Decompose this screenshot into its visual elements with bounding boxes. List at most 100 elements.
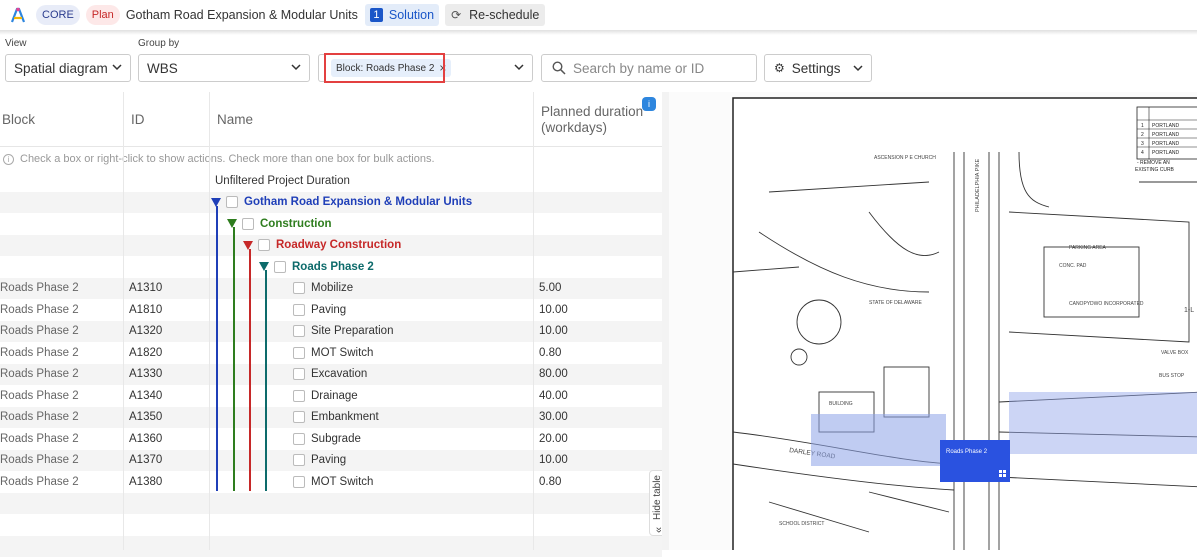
group-label: Roads Phase 2 xyxy=(292,261,374,273)
table-row[interactable]: Roads Phase 2A1810Paving10.00 xyxy=(0,299,662,321)
duration-cell: 5.00 xyxy=(539,278,561,300)
table-row[interactable]: Construction xyxy=(0,213,662,235)
column-header-block[interactable]: Block xyxy=(2,92,35,147)
core-badge[interactable]: CORE xyxy=(36,5,80,25)
table-row[interactable]: Roads Phase 2A1360Subgrade20.00 xyxy=(0,428,662,450)
solution-button[interactable]: 1 Solution xyxy=(365,4,439,26)
app-logo-icon[interactable] xyxy=(9,6,27,24)
view-select[interactable]: Spatial diagram xyxy=(5,54,131,82)
hierarchy-line xyxy=(265,270,267,491)
adjacent-block[interactable] xyxy=(811,414,946,466)
activity-name: MOT Switch xyxy=(311,476,373,488)
groupby-label: Group by xyxy=(138,38,179,49)
row-checkbox[interactable] xyxy=(293,325,305,337)
settings-button[interactable]: ⚙ Settings xyxy=(764,54,872,82)
info-hint: i Check a box or right-click to show act… xyxy=(0,148,662,170)
group-row: Gotham Road Expansion & Modular Units xyxy=(211,192,472,214)
table-row[interactable]: Roads Phase 2A1350Embankment30.00 xyxy=(0,407,662,429)
map-label: PARKING AREA xyxy=(1069,245,1107,251)
block-cell: Roads Phase 2 xyxy=(0,321,79,343)
view-value: Spatial diagram xyxy=(14,61,108,76)
column-divider xyxy=(123,92,124,550)
name-cell: Embankment xyxy=(293,407,379,429)
refresh-icon: ⟳ xyxy=(451,8,461,22)
row-checkbox[interactable] xyxy=(293,282,305,294)
legend-row-label: PORTLAND xyxy=(1152,132,1180,138)
table-row[interactable]: Roads Phase 2A1310Mobilize5.00 xyxy=(0,278,662,300)
duration-cell: 0.80 xyxy=(539,342,561,364)
activity-name: Site Preparation xyxy=(311,325,393,337)
row-checkbox[interactable] xyxy=(293,347,305,359)
street-label: PHILADELPHIA PIKE xyxy=(975,158,981,212)
row-checkbox[interactable] xyxy=(226,196,238,208)
table-row[interactable]: Roads Phase 2A1370Paving10.00 xyxy=(0,450,662,472)
legend-number: 2 xyxy=(1141,132,1144,138)
chevron-down-icon xyxy=(853,63,863,73)
map-label: ASCENSION P E CHURCH xyxy=(874,155,936,161)
groupby-select[interactable]: WBS xyxy=(138,54,310,82)
name-cell: MOT Switch xyxy=(293,342,373,364)
legend-row-label: PORTLAND xyxy=(1152,150,1180,156)
table-row[interactable]: Unfiltered Project Duration xyxy=(0,170,662,192)
map-label: STATE OF DELAWARE xyxy=(869,300,922,306)
hierarchy-line xyxy=(249,249,251,491)
row-checkbox[interactable] xyxy=(293,476,305,488)
duration-header-line2: (workdays) xyxy=(541,120,607,136)
unfiltered-duration-label: Unfiltered Project Duration xyxy=(215,170,350,192)
group-row: Roads Phase 2 xyxy=(259,256,374,278)
table-row[interactable] xyxy=(0,493,662,515)
row-checkbox[interactable] xyxy=(293,454,305,466)
name-cell: Paving xyxy=(293,299,346,321)
column-divider xyxy=(209,92,210,550)
activity-name: Paving xyxy=(311,304,346,316)
collapse-triangle-icon[interactable] xyxy=(259,262,269,271)
collapse-triangle-icon[interactable] xyxy=(227,219,237,228)
solution-label: Solution xyxy=(389,8,434,22)
table-row[interactable]: Roads Phase 2A1330Excavation80.00 xyxy=(0,364,662,386)
id-cell: A1810 xyxy=(129,299,162,321)
table-row[interactable] xyxy=(0,514,662,536)
chevron-down-icon xyxy=(112,62,122,72)
table-row[interactable]: Roads Phase 2A1820MOT Switch0.80 xyxy=(0,342,662,364)
column-header-name[interactable]: Name xyxy=(217,92,253,147)
legend-row-label: PORTLAND xyxy=(1152,123,1180,129)
duration-cell: 30.00 xyxy=(539,407,568,429)
name-cell: Drainage xyxy=(293,385,358,407)
table-row[interactable] xyxy=(0,536,662,557)
collapse-triangle-icon[interactable] xyxy=(243,241,253,250)
info-icon: i xyxy=(3,154,14,165)
row-checkbox[interactable] xyxy=(293,390,305,402)
row-checkbox[interactable] xyxy=(293,304,305,316)
row-checkbox[interactable] xyxy=(242,218,254,230)
info-text: Check a box or right-click to show actio… xyxy=(20,153,435,165)
row-checkbox[interactable] xyxy=(293,368,305,380)
adjacent-block[interactable] xyxy=(1009,392,1197,454)
activity-name: Drainage xyxy=(311,390,358,402)
table-row[interactable]: Roadway Construction xyxy=(0,235,662,257)
info-badge-icon[interactable]: i xyxy=(642,97,656,111)
table-row[interactable]: Gotham Road Expansion & Modular Units xyxy=(0,192,662,214)
name-cell: Excavation xyxy=(293,364,367,386)
column-header-duration[interactable]: Planned duration (workdays) xyxy=(541,92,643,147)
column-header-id[interactable]: ID xyxy=(131,92,145,147)
row-checkbox[interactable] xyxy=(274,261,286,273)
search-input[interactable]: Search by name or ID xyxy=(541,54,757,82)
reschedule-button[interactable]: ⟳ Re-schedule xyxy=(445,4,545,26)
row-checkbox[interactable] xyxy=(258,239,270,251)
table-row[interactable]: Roads Phase 2A1320Site Preparation10.00 xyxy=(0,321,662,343)
table-row[interactable]: Roads Phase 2A1340Drainage40.00 xyxy=(0,385,662,407)
roads-phase-2-block-label: Roads Phase 2 xyxy=(946,449,988,455)
search-icon xyxy=(552,61,566,75)
table-row[interactable]: Roads Phase 2A1380MOT Switch0.80 xyxy=(0,471,662,493)
spatial-diagram[interactable]: - REMOVE AN EXISTING CURB 1PORTLAND2PORT… xyxy=(669,92,1197,550)
chevron-down-icon xyxy=(514,62,524,72)
row-checkbox[interactable] xyxy=(293,433,305,445)
block-cell: Roads Phase 2 xyxy=(0,385,79,407)
duration-cell: 40.00 xyxy=(539,385,568,407)
group-row: Construction xyxy=(227,213,332,235)
activity-name: Embankment xyxy=(311,411,379,423)
row-checkbox[interactable] xyxy=(293,411,305,423)
pane-divider[interactable] xyxy=(662,92,669,550)
table-row[interactable]: Roads Phase 2 xyxy=(0,256,662,278)
plan-badge[interactable]: Plan xyxy=(86,5,120,25)
